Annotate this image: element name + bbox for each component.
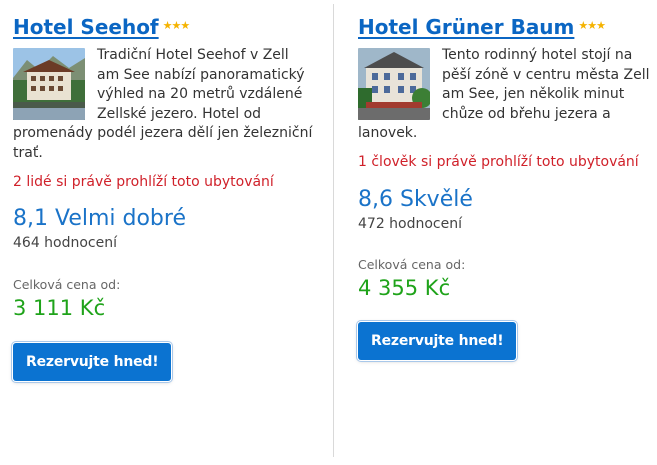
book-now-button[interactable]: Rezervujte hned! (13, 343, 172, 381)
hotel-card-seehof: Hotel Seehof ★★★ Tradiční Hotel Seehof v… (13, 0, 313, 381)
price-label: Celková cena od: (358, 257, 466, 272)
hotel-title-row: Hotel Seehof ★★★ (13, 0, 313, 40)
review-count: 472 hodnocení (358, 216, 463, 232)
hotel-name-link[interactable]: Hotel Grüner Baum (358, 14, 574, 40)
star-rating-icon: ★★★ (578, 19, 606, 32)
hotel-name-link[interactable]: Hotel Seehof (13, 14, 159, 40)
hotel-photo[interactable] (13, 48, 85, 120)
review-score: 8,1 Velmi dobré (13, 206, 186, 231)
column-divider (333, 4, 334, 457)
book-now-button[interactable]: Rezervujte hned! (358, 322, 517, 360)
price-label: Celková cena od: (13, 277, 121, 292)
hotel-description-block: Tento rodinný hotel stojí na pěší zóně v… (358, 46, 657, 144)
viewing-now-notice: 2 lidé si právě prohlíží toto ubytování (13, 174, 274, 190)
price-value: 3 111 Kč (13, 296, 106, 320)
review-count: 464 hodnocení (13, 235, 118, 251)
viewing-now-notice: 1 člověk si právě prohlíží toto ubytován… (358, 154, 639, 170)
price-value: 4 355 Kč (358, 276, 451, 300)
review-score: 8,6 Skvělé (358, 187, 473, 212)
hotel-card-gruner-baum: Hotel Grüner Baum ★★★ Tento rodinný hote… (358, 0, 657, 360)
star-rating-icon: ★★★ (162, 19, 191, 32)
hotel-photo[interactable] (358, 48, 430, 120)
hotel-description-block: Tradiční Hotel Seehof v Zell am See nabí… (13, 46, 313, 163)
hotel-results: Hotel Seehof ★★★ Tradiční Hotel Seehof v… (0, 0, 657, 465)
hotel-title-row: Hotel Grüner Baum ★★★ (358, 0, 657, 40)
